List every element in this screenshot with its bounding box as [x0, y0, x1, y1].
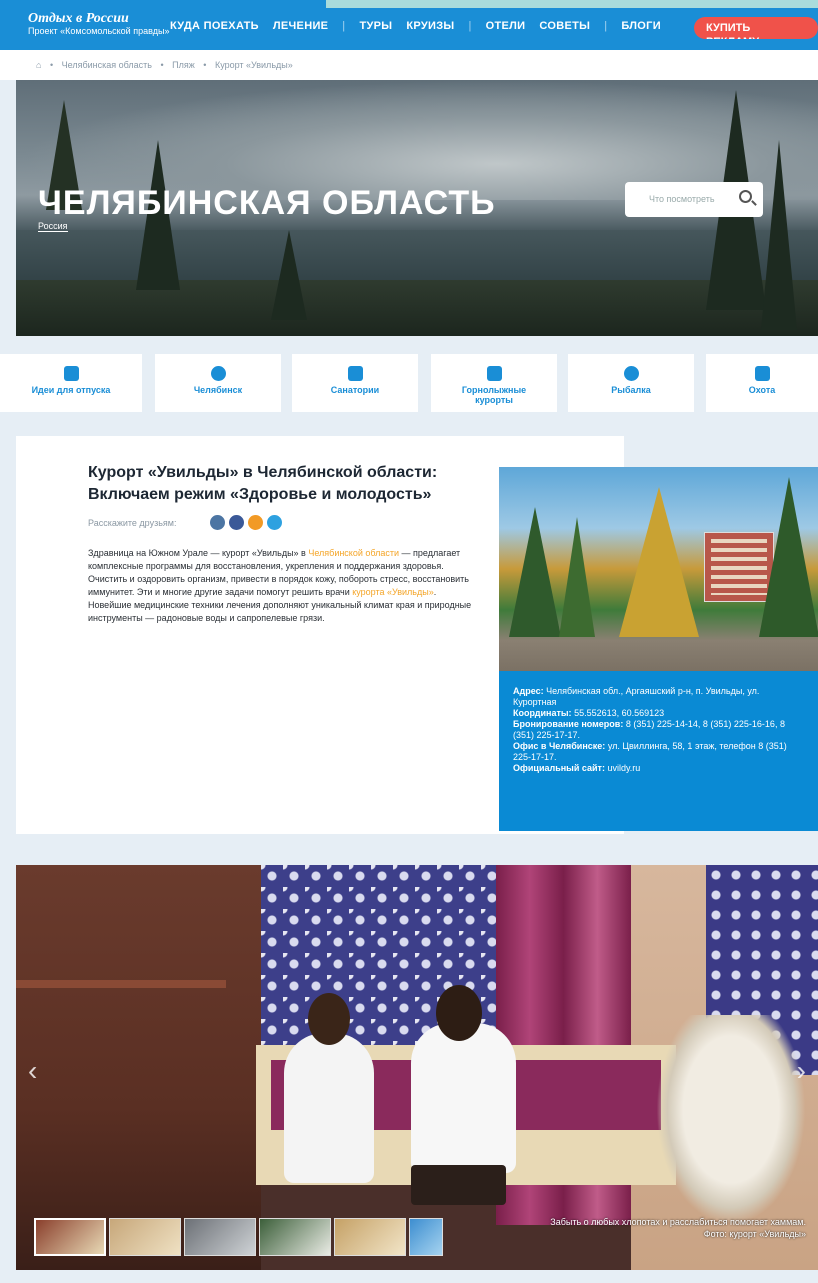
fish-icon [623, 366, 639, 381]
gallery-thumbnails [34, 1218, 443, 1256]
gallery-next-arrow-icon[interactable]: › [797, 1055, 806, 1087]
category-label: Санатории [330, 385, 380, 395]
category-ski-resorts[interactable]: Горнолыжные курорты [431, 354, 557, 412]
category-hunting[interactable]: Охота [706, 354, 818, 412]
category-bar: Идеи для отпуска Челябинск Санатории Гор… [0, 354, 818, 412]
photo-gallery: ‹ › Забыть о любых хлопотах и расслабить… [16, 865, 818, 1270]
odnoklassniki-icon[interactable] [248, 515, 263, 530]
article-text: Здравница на Южном Урале — курорт «Увиль… [88, 548, 309, 558]
gallery-thumbnail[interactable] [34, 1218, 106, 1256]
facebook-icon[interactable] [229, 515, 244, 530]
category-label: Челябинск [193, 385, 243, 395]
category-label: Охота [748, 385, 776, 395]
share-buttons [210, 515, 282, 530]
logo-subtitle: Проект «Комсомольской правды» [28, 26, 170, 36]
info-address: Адрес: Челябинская обл., Аргаяшский р-н,… [513, 686, 804, 708]
resort-photo [499, 467, 818, 671]
nav-item-blogs[interactable]: БЛОГИ [621, 20, 661, 32]
info-label: Офис в Челябинске: [513, 741, 606, 751]
photo-credit: Фото: курорт «Увильды» [703, 1229, 806, 1239]
gallery-thumbnail[interactable] [409, 1218, 443, 1256]
breadcrumb-item-region[interactable]: Челябинская область [62, 60, 152, 70]
search-icon[interactable] [739, 190, 752, 203]
info-office: Офис в Челябинске: ул. Цвиллинга, 58, 1 … [513, 741, 804, 763]
region-title: ЧЕЛЯБИНСКАЯ ОБЛАСТЬ [38, 184, 496, 222]
building-icon [347, 366, 363, 381]
breadcrumb-item-beach[interactable]: Пляж [172, 60, 195, 70]
breadcrumb-separator: • [160, 60, 164, 70]
mountain-icon [486, 366, 502, 381]
resort-info-box: Адрес: Челябинская обл., Аргаяшский р-н,… [499, 671, 818, 831]
info-coordinates: Координаты: 55.552613, 60.569123 [513, 708, 804, 719]
caption-text: Забыть о любых хлопотах и расслабиться п… [550, 1217, 806, 1227]
home-icon[interactable]: ⌂ [36, 60, 41, 70]
breadcrumb-separator: • [49, 60, 54, 70]
article-title: Курорт «Увильды» в Челябинской области: … [88, 464, 438, 503]
info-label: Адрес: [513, 686, 544, 696]
buy-advertising-button[interactable]: КУПИТЬ РЕКЛАМУ [694, 17, 818, 39]
map-pin-icon [210, 366, 226, 381]
info-label: Бронирование номеров: [513, 719, 624, 729]
gallery-thumbnail[interactable] [259, 1218, 331, 1256]
category-fishing[interactable]: Рыбалка [568, 354, 694, 412]
info-label: Координаты: [513, 708, 572, 718]
region-country-link[interactable]: Россия [38, 221, 68, 232]
nav-item-where-to-go[interactable]: КУДА ПОЕХАТЬ [170, 20, 259, 32]
website-link[interactable]: uvildy.ru [607, 763, 640, 773]
bird-icon [754, 366, 770, 381]
info-booking: Бронирование номеров: 8 (351) 225-14-14,… [513, 719, 804, 741]
share-label: Расскажите друзьям: [88, 518, 177, 528]
breadcrumb-separator: • [203, 60, 207, 70]
info-value: Челябинская обл., Аргаяшский р-н, п. Уви… [513, 686, 760, 707]
nav-item-tours[interactable]: ТУРЫ [359, 20, 392, 32]
gallery-thumbnail[interactable] [334, 1218, 406, 1256]
category-label: Рыбалка [611, 385, 651, 395]
nav-item-hotels[interactable]: ОТЕЛИ [486, 20, 526, 32]
nav-separator: | [342, 20, 346, 32]
category-label: Идеи для отпуска [31, 385, 111, 395]
info-label: Официальный сайт: [513, 763, 605, 773]
vk-icon[interactable] [210, 515, 225, 530]
logo-title: Отдых в России [28, 11, 129, 26]
region-link[interactable]: Челябинской области [308, 548, 399, 558]
twitter-icon[interactable] [267, 515, 282, 530]
site-logo[interactable]: Отдых в России Проект «Комсомольской пра… [28, 11, 170, 37]
category-label: Горнолыжные курорты [461, 385, 527, 405]
breadcrumb: ⌂ • Челябинская область • Пляж • Курорт … [0, 50, 818, 80]
gallery-caption: Забыть о любых хлопотах и расслабиться п… [506, 1216, 806, 1240]
breadcrumb-item-current: Курорт «Увильды» [214, 60, 293, 70]
nav-item-tips[interactable]: СОВЕТЫ [539, 20, 590, 32]
nav-separator: | [468, 20, 472, 32]
info-website: Официальный сайт: uvildy.ru [513, 763, 804, 774]
category-vacation-ideas[interactable]: Идеи для отпуска [0, 354, 142, 412]
nav-item-cruises[interactable]: КРУИЗЫ [406, 20, 454, 32]
category-sanatoriums[interactable]: Санатории [292, 354, 418, 412]
top-accent-strip [326, 0, 818, 8]
gallery-thumbnail[interactable] [109, 1218, 181, 1256]
resort-link[interactable]: курорта «Увильды» [352, 587, 433, 597]
nav-item-treatment[interactable]: ЛЕЧЕНИЕ [273, 20, 328, 32]
gallery-prev-arrow-icon[interactable]: ‹ [28, 1055, 37, 1087]
nav-separator: | [604, 20, 608, 32]
article-body: Здравница на Южном Урале — курорт «Увиль… [88, 547, 480, 625]
info-value: 55.552613, 60.569123 [574, 708, 665, 718]
category-chelyabinsk[interactable]: Челябинск [155, 354, 281, 412]
camera-icon [63, 366, 79, 381]
main-nav: КУДА ПОЕХАТЬ ЛЕЧЕНИЕ | ТУРЫ КРУИЗЫ | ОТЕ… [170, 20, 661, 32]
gallery-thumbnail[interactable] [184, 1218, 256, 1256]
